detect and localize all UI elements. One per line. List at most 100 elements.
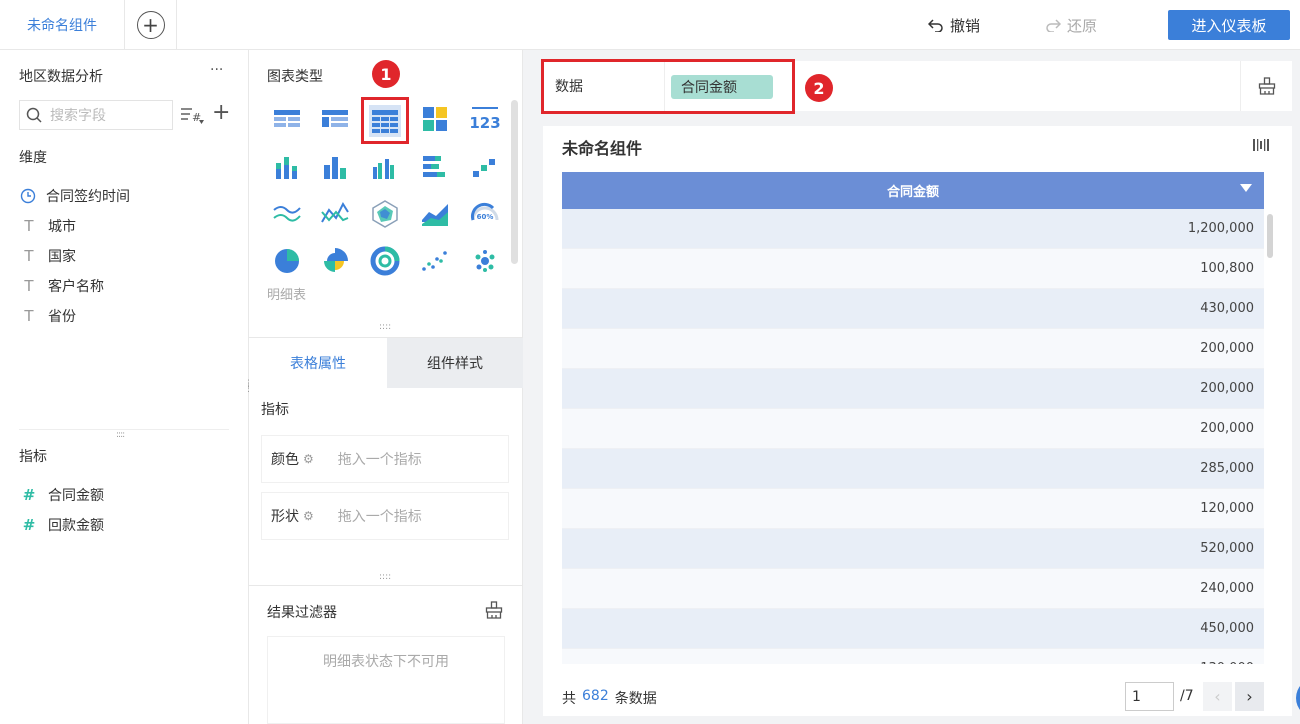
area-chart-icon[interactable] — [419, 198, 451, 230]
sort-field-icon[interactable]: # — [180, 106, 206, 126]
field-label: 合同签约时间 — [46, 189, 130, 205]
barcode-icon[interactable] — [1252, 138, 1272, 152]
search-box[interactable]: 搜索字段 — [19, 100, 173, 130]
drop-placeholder: 拖入一个指标 — [337, 509, 422, 525]
field-label: 省份 — [48, 309, 76, 325]
gear-icon[interactable]: ⚙ — [303, 509, 314, 523]
measure-field[interactable]: # 回款金额 — [20, 510, 104, 540]
table-row: 130,000 — [562, 649, 1264, 664]
stacked-column-icon[interactable] — [271, 151, 303, 183]
field-panel: 地区数据分析 ··· 搜索字段 # + 维度 合同签约时间 T 城市 T 国家 … — [0, 50, 253, 724]
grouped-column-icon[interactable] — [369, 151, 401, 183]
metric-title: 指标 — [261, 402, 289, 418]
add-tab-button[interactable]: + — [125, 0, 177, 50]
treemap-icon[interactable] — [419, 103, 451, 135]
clear-data-button[interactable] — [1240, 61, 1292, 111]
tab-unnamed-widget[interactable]: 未命名组件 — [0, 0, 125, 50]
chart-list-scrollbar[interactable] — [511, 100, 518, 264]
filter-title: 结果过滤器 — [267, 605, 337, 621]
widget-card: 未命名组件 合同金额 1,200,000 100,800 430,000 200… — [543, 126, 1292, 716]
text-T-icon: T — [24, 217, 34, 235]
sort-dropdown-icon[interactable] — [1240, 184, 1252, 192]
table-scrollbar[interactable] — [1267, 214, 1273, 258]
redo-icon — [1046, 19, 1061, 32]
bar-chart-icon[interactable] — [419, 151, 451, 183]
page-total: /7 — [1180, 688, 1194, 704]
help-float-button[interactable] — [1296, 678, 1300, 718]
table-row: 200,000 — [562, 329, 1264, 369]
undo-button[interactable]: 撤销 — [928, 0, 980, 50]
widget-title[interactable]: 未命名组件 — [562, 135, 642, 159]
chevron-left-icon: ‹ — [1214, 687, 1221, 706]
dimension-field[interactable]: 合同签约时间 — [20, 181, 130, 211]
table-row: 200,000 — [562, 409, 1264, 449]
clock-icon — [20, 188, 36, 204]
count-suffix: 条数据 — [614, 691, 657, 707]
shape-drop-zone[interactable]: 形状 ⚙ 拖入一个指标 — [261, 492, 509, 540]
dimension-field[interactable]: T 客户名称 — [20, 271, 104, 301]
dimension-field[interactable]: T 省份 — [20, 301, 76, 331]
resize-handle-icon[interactable]: :::: — [379, 572, 391, 582]
config-panel: 图表类型 1 123 60% 明细表 :::: 表格属性 组件样式 指标 颜色 … — [249, 50, 523, 724]
divider — [249, 585, 523, 586]
gauge-icon[interactable]: 60% — [469, 198, 501, 230]
search-icon — [26, 107, 42, 123]
rose-chart-icon[interactable] — [319, 245, 351, 277]
field-label: 国家 — [48, 249, 76, 265]
table-row: 200,000 — [562, 369, 1264, 409]
dimension-title: 维度 — [19, 150, 47, 166]
line-chart-icon[interactable] — [271, 198, 303, 230]
measure-field[interactable]: # 合同金额 — [20, 480, 104, 510]
scatter-chart-icon[interactable] — [419, 245, 451, 277]
redo-label: 还原 — [1067, 16, 1098, 35]
table-row: 520,000 — [562, 529, 1264, 569]
table-chart-icon[interactable] — [271, 103, 303, 135]
prev-page-button[interactable]: ‹ — [1203, 682, 1232, 711]
step-badge-2: 2 — [805, 74, 833, 102]
redo-button[interactable]: 还原 — [1045, 0, 1097, 50]
undo-label: 撤销 — [950, 16, 981, 35]
resize-handle-icon[interactable]: :::: — [379, 322, 391, 332]
dimension-field[interactable]: T 国家 — [20, 241, 76, 271]
tab-widget-style[interactable]: 组件样式 — [387, 338, 523, 388]
chart-type-title: 图表类型 — [267, 69, 323, 85]
record-count: 共 682 条数据 — [562, 688, 657, 708]
table-row: 430,000 — [562, 289, 1264, 329]
waterfall-icon[interactable] — [469, 151, 501, 183]
drop-placeholder: 拖入一个指标 — [337, 452, 422, 468]
gear-icon[interactable]: ⚙ — [303, 452, 314, 466]
top-bar: 未命名组件 + 撤销 还原 进入仪表板 — [0, 0, 1300, 50]
undo-icon — [928, 19, 943, 32]
next-page-button[interactable]: › — [1235, 682, 1264, 711]
hash-icon: # — [22, 486, 36, 504]
clear-filter-icon[interactable] — [485, 601, 503, 619]
svg-text:#: # — [192, 111, 201, 124]
pie-chart-icon[interactable] — [271, 245, 303, 277]
column-header[interactable]: 合同金额 — [562, 172, 1264, 209]
polyline-chart-icon[interactable] — [319, 198, 351, 230]
kpi-number-icon[interactable]: 123 — [469, 103, 501, 135]
detail-table-icon[interactable] — [369, 105, 401, 137]
table-row: 120,000 — [562, 489, 1264, 529]
cross-table-icon[interactable] — [319, 103, 351, 135]
bubble-chart-icon[interactable] — [469, 245, 501, 277]
dataset-title: 地区数据分析 — [19, 69, 103, 85]
table-row: 285,000 — [562, 449, 1264, 489]
tab-table-properties[interactable]: 表格属性 — [249, 338, 387, 388]
dimension-field[interactable]: T 城市 — [20, 211, 76, 241]
radar-chart-icon[interactable] — [369, 198, 401, 230]
color-drop-zone[interactable]: 颜色 ⚙ 拖入一个指标 — [261, 435, 509, 483]
text-T-icon: T — [24, 247, 34, 265]
page-input[interactable]: 1 — [1125, 682, 1174, 711]
property-tabs: 表格属性 组件样式 — [249, 337, 523, 388]
search-input[interactable]: 搜索字段 — [50, 105, 106, 125]
add-field-icon[interactable]: + — [212, 102, 230, 124]
more-icon[interactable]: ··· — [210, 62, 223, 78]
table-row: 100,800 — [562, 249, 1264, 289]
column-chart-icon[interactable] — [319, 151, 351, 183]
count-value: 682 — [582, 688, 609, 704]
donut-chart-icon[interactable] — [369, 245, 401, 277]
enter-dashboard-button[interactable]: 进入仪表板 — [1168, 10, 1290, 40]
hash-icon: # — [22, 516, 36, 534]
resize-handle-icon[interactable]: :::: — [116, 430, 125, 440]
